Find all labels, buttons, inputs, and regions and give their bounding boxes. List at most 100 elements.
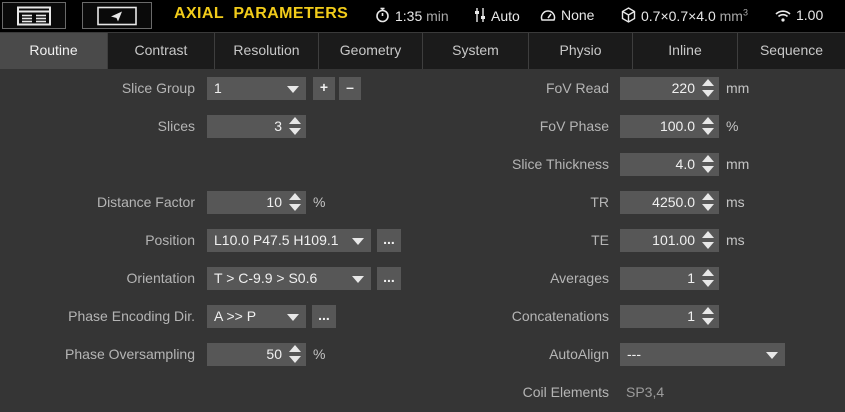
slice-thickness-label: Slice Thickness: [511, 156, 609, 172]
fov-read-stepper[interactable]: 220: [620, 77, 719, 100]
voxel-unit: mm: [719, 8, 743, 24]
gating-status: None: [540, 7, 594, 23]
distance-factor-label: Distance Factor: [96, 194, 195, 210]
slice-group-select[interactable]: 1: [207, 77, 306, 100]
snr-status: 1.00: [775, 7, 823, 23]
phase-oversampling-value: 50: [266, 346, 282, 362]
phase-encoding-dir-select[interactable]: A >> P: [207, 305, 306, 328]
distance-factor-stepper[interactable]: 10: [207, 191, 306, 214]
phase-encoding-more-button[interactable]: ...: [312, 305, 336, 328]
orientation-more-button[interactable]: ...: [377, 267, 401, 290]
phase-oversampling-label: Phase Oversampling: [65, 346, 195, 362]
fov-read-value: 220: [671, 80, 695, 96]
concatenations-value: 1: [687, 308, 695, 324]
scan-time: 1:35 min: [375, 7, 449, 24]
gauge-icon: [540, 10, 556, 21]
concatenations-label: Concatenations: [511, 308, 609, 324]
mode-value: Auto: [491, 8, 520, 24]
position-more-button[interactable]: ...: [377, 229, 401, 252]
remove-slice-group-button[interactable]: –: [339, 77, 361, 100]
tab-inline[interactable]: Inline: [633, 33, 738, 69]
chevron-down-icon: [352, 276, 364, 283]
tr-value: 4250.0: [652, 194, 695, 210]
phase-encoding-dir-value: A >> P: [214, 308, 257, 324]
routine-panel: Slice Group 1 + – Slices 3 Distance Fact…: [0, 69, 845, 412]
coil-elements-value: SP3,4: [626, 384, 665, 400]
distance-factor-value: 10: [266, 194, 282, 210]
slice-group-label: Slice Group: [121, 80, 195, 96]
list-menu-icon: [17, 6, 51, 25]
send-icon: [97, 6, 137, 25]
position-select[interactable]: L10.0 P47.5 H109.1: [207, 229, 371, 252]
chevron-down-icon: [352, 238, 364, 245]
averages-stepper[interactable]: 1: [620, 267, 719, 290]
slice-thickness-stepper[interactable]: 4.0: [620, 153, 719, 176]
stopwatch-icon: [376, 7, 389, 23]
slice-thickness-unit: mm: [726, 156, 750, 172]
averages-label: Averages: [550, 270, 609, 286]
stepper-arrows-icon[interactable]: [702, 79, 715, 98]
scan-time-unit: min: [426, 8, 449, 24]
stepper-arrows-icon[interactable]: [702, 117, 715, 136]
fov-phase-unit: %: [726, 118, 739, 134]
stepper-arrows-icon[interactable]: [702, 307, 715, 326]
stepper-arrows-icon[interactable]: [702, 269, 715, 288]
menu-button[interactable]: [2, 2, 66, 29]
position-value: L10.0 P47.5 H109.1: [214, 232, 339, 248]
mode-status: Auto: [474, 7, 520, 24]
tab-geometry[interactable]: Geometry: [319, 33, 423, 69]
tab-system[interactable]: System: [423, 33, 529, 69]
cube-icon: [621, 7, 636, 23]
fov-phase-value: 100.0: [659, 118, 695, 134]
position-label: Position: [145, 232, 195, 248]
add-slice-group-button[interactable]: +: [313, 77, 335, 100]
autoalign-label: AutoAlign: [549, 346, 609, 362]
stepper-arrows-icon[interactable]: [702, 231, 715, 250]
tr-unit: ms: [726, 194, 745, 210]
stepper-arrows-icon[interactable]: [289, 117, 302, 136]
tr-label: TR: [590, 194, 609, 210]
stepper-arrows-icon[interactable]: [702, 155, 715, 174]
tab-resolution[interactable]: Resolution: [215, 33, 319, 69]
voxel-size: 0.7×0.7×4.0 mm3: [621, 7, 748, 24]
tab-physio[interactable]: Physio: [529, 33, 633, 69]
slice-group-value: 1: [214, 80, 222, 96]
slice-thickness-value: 4.0: [675, 156, 695, 172]
send-button[interactable]: [82, 2, 152, 29]
phase-oversampling-stepper[interactable]: 50: [207, 343, 306, 366]
te-value: 101.00: [652, 232, 695, 248]
tab-sequence[interactable]: Sequence: [738, 33, 845, 69]
coil-elements-label: Coil Elements: [522, 384, 609, 400]
te-label: TE: [591, 232, 609, 248]
tuning-icon: [475, 8, 485, 22]
distance-factor-unit: %: [313, 194, 326, 210]
scan-time-value: 1:35: [395, 8, 423, 24]
te-stepper[interactable]: 101.00: [620, 229, 719, 252]
slices-stepper[interactable]: 3: [207, 115, 306, 138]
autoalign-select[interactable]: ---: [620, 343, 785, 366]
fov-phase-stepper[interactable]: 100.0: [620, 115, 719, 138]
page-title: AXIAL PARAMETERS: [174, 5, 349, 22]
phase-oversampling-unit: %: [313, 346, 326, 362]
tr-stepper[interactable]: 4250.0: [620, 191, 719, 214]
stepper-arrows-icon[interactable]: [702, 193, 715, 212]
stepper-arrows-icon[interactable]: [289, 345, 302, 364]
tab-contrast[interactable]: Contrast: [108, 33, 215, 69]
chevron-down-icon: [287, 86, 299, 93]
averages-value: 1: [687, 270, 695, 286]
fov-read-unit: mm: [726, 80, 750, 96]
concatenations-stepper[interactable]: 1: [620, 305, 719, 328]
fov-phase-label: FoV Phase: [539, 118, 609, 134]
orientation-value: T > C-9.9 > S0.6: [214, 270, 318, 286]
tab-bar: Routine Contrast Resolution Geometry Sys…: [0, 32, 845, 69]
chevron-down-icon: [287, 314, 299, 321]
voxel-size-value: 0.7×0.7×4.0: [641, 8, 716, 24]
tab-routine[interactable]: Routine: [0, 33, 108, 69]
snr-value: 1.00: [796, 7, 824, 23]
slices-label: Slices: [157, 118, 195, 134]
stepper-arrows-icon[interactable]: [289, 193, 302, 212]
signal-icon: [775, 10, 791, 22]
orientation-label: Orientation: [126, 270, 195, 286]
orientation-select[interactable]: T > C-9.9 > S0.6: [207, 267, 371, 290]
gating-value: None: [561, 7, 595, 23]
